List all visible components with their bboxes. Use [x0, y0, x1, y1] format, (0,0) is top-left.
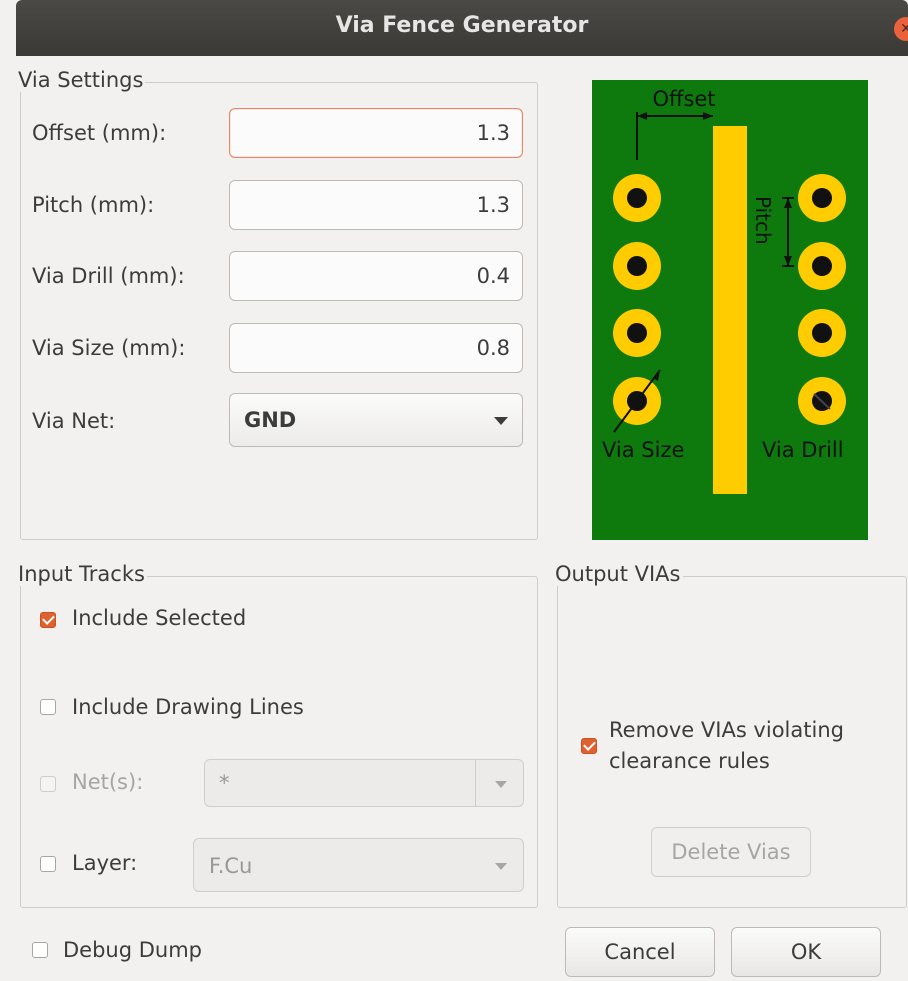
via-size-diagram-label: Via Size	[602, 438, 684, 462]
nets-value: *	[219, 771, 230, 795]
via-net-value: GND	[244, 408, 297, 432]
via-size-input[interactable]: 0.8	[229, 323, 523, 373]
debug-dump-checkbox[interactable]	[32, 942, 48, 958]
pitch-input[interactable]: 1.3	[229, 180, 523, 230]
via-drill-label: Via Drill (mm):	[32, 264, 185, 288]
via-settings-label: Via Settings	[18, 68, 146, 92]
chevron-down-icon	[495, 863, 507, 870]
cancel-button[interactable]: Cancel	[565, 927, 715, 977]
debug-dump-label[interactable]: Debug Dump	[63, 937, 202, 963]
delete-vias-button[interactable]: Delete Vias	[651, 827, 811, 877]
input-tracks-label: Input Tracks	[18, 562, 147, 586]
ok-button[interactable]: OK	[731, 927, 881, 977]
chevron-down-icon	[494, 417, 508, 425]
remove-violating-checkbox[interactable]	[581, 738, 597, 754]
offset-label: Offset (mm):	[32, 121, 167, 145]
include-drawing-lines-label[interactable]: Include Drawing Lines	[72, 694, 304, 720]
window-title: Via Fence Generator	[335, 13, 589, 38]
include-drawing-lines-checkbox[interactable]	[40, 699, 56, 715]
include-selected-label[interactable]: Include Selected	[72, 605, 246, 631]
pitch-label: Pitch (mm):	[32, 193, 155, 217]
layer-dropdown[interactable]: F.Cu	[193, 838, 524, 892]
via-drill-input[interactable]: 0.4	[229, 251, 523, 301]
layer-value: F.Cu	[209, 854, 253, 878]
via-size-label: Via Size (mm):	[32, 336, 186, 360]
remove-violating-label-line1[interactable]: Remove VIAs violating	[609, 717, 844, 743]
via-net-label: Via Net:	[32, 409, 116, 433]
via-net-dropdown[interactable]: GND	[229, 393, 523, 447]
nets-checkbox[interactable]	[40, 776, 56, 792]
track	[713, 126, 747, 494]
remove-violating-label-line2[interactable]: clearance rules	[609, 748, 770, 774]
offset-input[interactable]: 1.3	[229, 108, 523, 158]
title-bar: Via Fence Generator ✕	[16, 0, 908, 56]
include-selected-checkbox[interactable]	[40, 612, 56, 628]
pitch-diagram-label: Pitch	[751, 196, 775, 245]
offset-diagram-label: Offset	[652, 87, 715, 111]
nets-label: Net(s):	[72, 770, 144, 794]
chevron-down-icon	[495, 781, 507, 788]
nets-combo-separator	[475, 760, 476, 806]
via-drill-diagram-label: Via Drill	[762, 438, 844, 462]
layer-label[interactable]: Layer:	[72, 850, 137, 876]
output-vias-label: Output VIAs	[555, 562, 683, 586]
layer-checkbox[interactable]	[40, 856, 56, 872]
via-fence-diagram: Offset Pitch Via Size Via Drill	[592, 80, 868, 540]
nets-combo[interactable]: *	[204, 759, 524, 807]
